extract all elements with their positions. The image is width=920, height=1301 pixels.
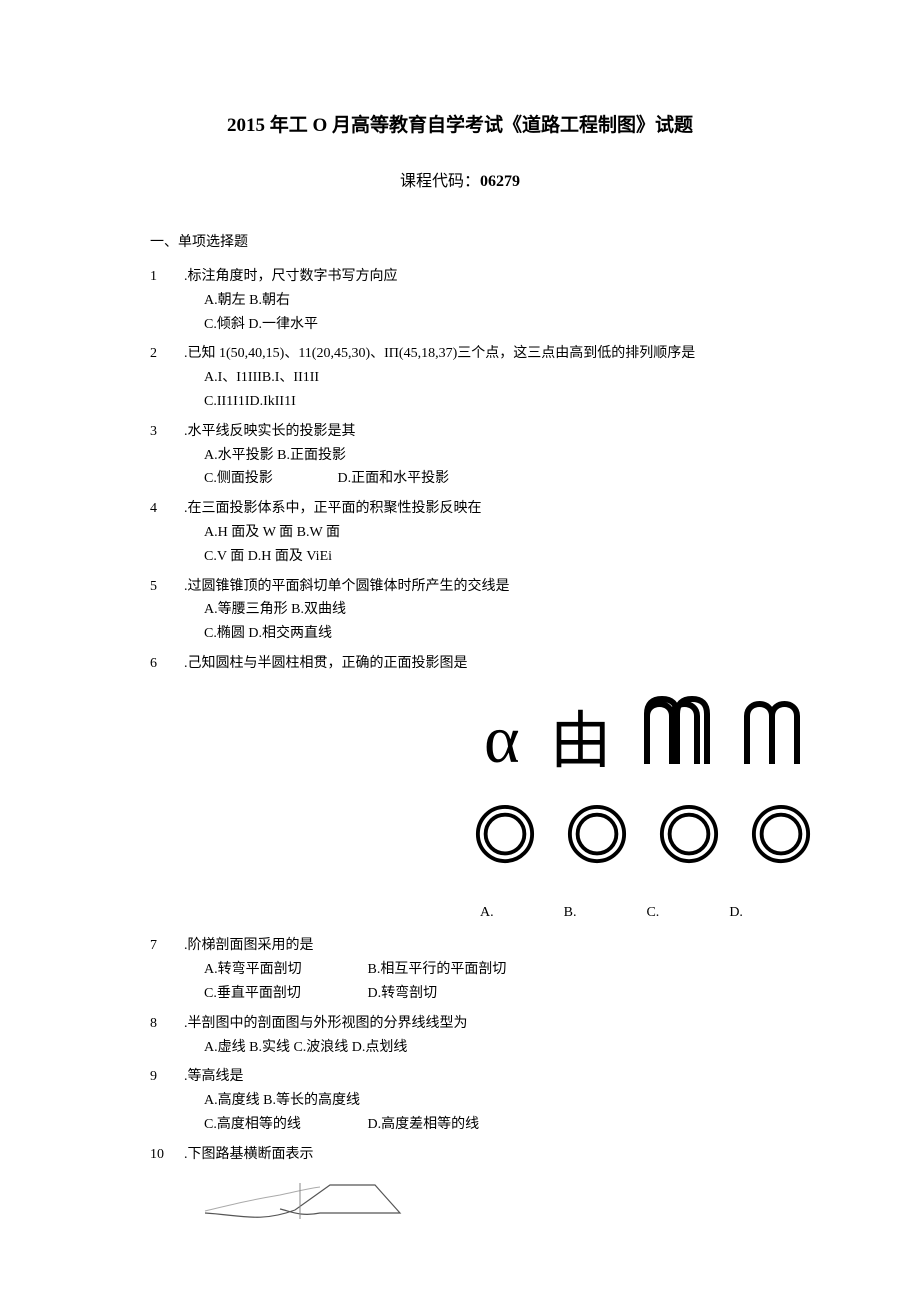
q6-circles-row xyxy=(474,803,812,865)
question-8: 8 .半剖图中的剖面图与外形视图的分界线线型为 A.虚线 B.实线 C.波浪线 … xyxy=(150,1012,770,1060)
question-7: 7 .阶梯剖面图采用的是 A.转弯平面剖切 B.相互平行的平面剖切 C.垂直平面… xyxy=(150,934,770,1005)
q7-opt-b: B.相互平行的平面剖切 xyxy=(368,958,507,982)
q6-opt-c: C. xyxy=(646,901,659,925)
you-glyph-icon: 由 xyxy=(550,711,612,773)
q2-num: 2 xyxy=(150,342,184,366)
q2-opt-ab: A.I、I1IIIB.I、II1II xyxy=(204,366,770,390)
document-page: 2015 年工 O 月高等教育自学考试《道路工程制图》试题 课程代码：06279… xyxy=(0,0,920,1301)
q1-text: .标注角度时，尺寸数字书写方向应 xyxy=(184,265,398,289)
question-10: 10 .下图路基横断面表示 xyxy=(150,1143,770,1234)
page-title: 2015 年工 O 月高等教育自学考试《道路工程制图》试题 xyxy=(150,110,770,137)
q2-opt-cd: C.II1I1ID.IkII1I xyxy=(204,390,770,414)
question-2: 2 .已知 1(50,40,15)、11(20,45,30)、IΠ(45,18,… xyxy=(150,342,770,413)
q7-opt-a: A.转弯平面剖切 xyxy=(204,958,334,982)
double-circle-icon xyxy=(658,803,720,865)
q6-opt-b: B. xyxy=(564,901,577,925)
q7-opt-c: C.垂直平面剖切 xyxy=(204,982,334,1006)
q5-text: .过圆锥锥顶的平面斜切单个圆锥体时所产生的交线是 xyxy=(184,575,510,599)
course-code-line: 课程代码：06279 xyxy=(150,167,770,191)
q5-opt-cd: C.椭圆 D.相交两直线 xyxy=(204,622,770,646)
q8-text: .半剖图中的剖面图与外形视图的分界线线型为 xyxy=(184,1012,468,1036)
q6-top-glyph-row: α 由 xyxy=(484,694,832,773)
alpha-glyph-icon: α xyxy=(484,705,520,773)
q4-num: 4 xyxy=(150,497,184,521)
q3-opt-c: C.侧面投影 xyxy=(204,467,304,491)
question-9: 9 .等高线是 A.高度线 B.等长的高度线 C.高度相等的线 D.高度差相等的… xyxy=(150,1065,770,1136)
q6-num: 6 xyxy=(150,652,184,676)
q8-num: 8 xyxy=(150,1012,184,1036)
q3-opt-ab: A.水平投影 B.正面投影 xyxy=(204,444,770,468)
mm-glyph-icon xyxy=(642,694,832,773)
q10-cross-section-sketch xyxy=(150,1175,770,1234)
q5-num: 5 xyxy=(150,575,184,599)
q1-opt-cd: C.倾斜 D.一律水平 xyxy=(204,313,770,337)
q7-num: 7 xyxy=(150,934,184,958)
double-circle-icon xyxy=(474,803,536,865)
q3-opt-d: D.正面和水平投影 xyxy=(338,467,450,491)
q3-num: 3 xyxy=(150,420,184,444)
question-5: 5 .过圆锥锥顶的平面斜切单个圆锥体时所产生的交线是 A.等腰三角形 B.双曲线… xyxy=(150,575,770,646)
question-1: 1 .标注角度时，尺寸数字书写方向应 A.朝左 B.朝右 C.倾斜 D.一律水平 xyxy=(150,265,770,336)
q5-opt-ab: A.等腰三角形 B.双曲线 xyxy=(204,598,770,622)
question-4: 4 .在三面投影体系中，正平面的积聚性投影反映在 A.H 面及 W 面 B.W … xyxy=(150,497,770,568)
q6-letters-row: A. B. C. D. xyxy=(480,895,743,925)
q10-text: .下图路基横断面表示 xyxy=(184,1143,314,1167)
q10-num: 10 xyxy=(150,1143,184,1167)
q4-opt-ab: A.H 面及 W 面 B.W 面 xyxy=(204,521,770,545)
q4-text: .在三面投影体系中，正平面的积聚性投影反映在 xyxy=(184,497,482,521)
course-code-value: 06279 xyxy=(480,173,520,190)
q6-figure-block: α 由 xyxy=(430,694,770,925)
q7-text: .阶梯剖面图采用的是 xyxy=(184,934,314,958)
q6-opt-d: D. xyxy=(729,901,743,925)
q9-opt-c: C.高度相等的线 xyxy=(204,1113,334,1137)
q9-opt-d: D.高度差相等的线 xyxy=(368,1113,480,1137)
q6-opt-a: A. xyxy=(480,901,494,925)
q6-text: .己知圆柱与半圆柱相贯，正确的正面投影图是 xyxy=(184,652,468,676)
q9-num: 9 xyxy=(150,1065,184,1089)
q7-opt-d: D.转弯剖切 xyxy=(368,982,438,1006)
q9-opt-ab: A.高度线 B.等长的高度线 xyxy=(204,1089,770,1113)
question-6: 6 .己知圆柱与半圆柱相贯，正确的正面投影图是 α 由 xyxy=(150,652,770,924)
q9-text: .等高线是 xyxy=(184,1065,244,1089)
question-3: 3 .水平线反映实长的投影是其 A.水平投影 B.正面投影 C.侧面投影 D.正… xyxy=(150,420,770,491)
q3-text: .水平线反映实长的投影是其 xyxy=(184,420,356,444)
course-code-label: 课程代码： xyxy=(400,173,480,190)
q4-opt-cd: C.V 面 D.H 面及 ViEi xyxy=(204,545,770,569)
section-1-header: 一、单项选择题 xyxy=(150,231,770,251)
q1-num: 1 xyxy=(150,265,184,289)
q2-text: .已知 1(50,40,15)、11(20,45,30)、IΠ(45,18,37… xyxy=(184,342,695,366)
q8-opt-all: A.虚线 B.实线 C.波浪线 D.点划线 xyxy=(204,1036,770,1060)
double-circle-icon xyxy=(750,803,812,865)
q1-opt-ab: A.朝左 B.朝右 xyxy=(204,289,770,313)
double-circle-icon xyxy=(566,803,628,865)
